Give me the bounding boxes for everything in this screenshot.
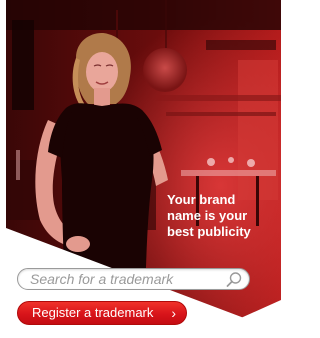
register-trademark-label: Register a trademark: [32, 305, 154, 320]
tagline-line-2: name is your: [167, 208, 248, 223]
register-trademark-button[interactable]: Register a trademark ›: [17, 301, 187, 325]
tagline: Your brand name is your best publicity: [167, 192, 277, 240]
tagline-line-1: Your brand: [167, 192, 236, 207]
chevron-right-icon: ›: [171, 305, 176, 321]
search-icon[interactable]: [225, 271, 243, 288]
trademark-search-box: [17, 268, 250, 290]
trademark-search-input[interactable]: [30, 270, 220, 288]
tagline-line-3: best publicity: [167, 224, 251, 239]
